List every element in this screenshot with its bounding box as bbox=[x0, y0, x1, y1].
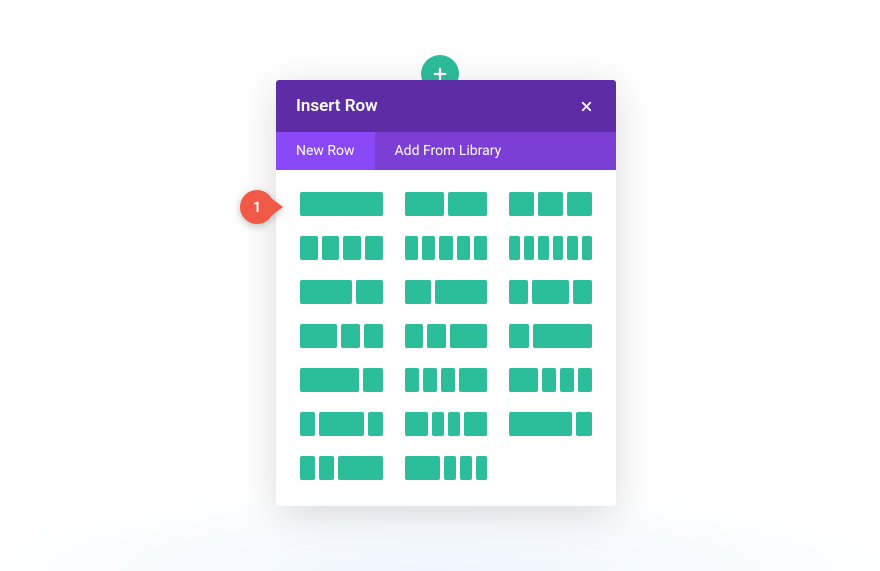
layout-column bbox=[573, 280, 592, 304]
insert-row-modal: Insert Row New Row Add From Library 1 bbox=[276, 80, 616, 506]
layout-column bbox=[582, 236, 592, 260]
layout-column bbox=[365, 236, 383, 260]
close-button[interactable] bbox=[576, 96, 596, 116]
layout-column bbox=[578, 368, 592, 392]
page-stage: Insert Row New Row Add From Library 1 bbox=[0, 0, 880, 571]
layout-grid bbox=[276, 170, 616, 506]
layout-column bbox=[322, 236, 340, 260]
layout-column bbox=[509, 324, 529, 348]
layout-column bbox=[509, 280, 528, 304]
layout-column bbox=[448, 412, 460, 436]
layout-column bbox=[405, 368, 419, 392]
layout-option-3[interactable] bbox=[509, 192, 592, 216]
close-icon bbox=[579, 99, 594, 114]
layout-column bbox=[364, 324, 383, 348]
layout-column bbox=[423, 368, 437, 392]
layout-column bbox=[459, 368, 487, 392]
layout-column bbox=[474, 236, 487, 260]
layout-column bbox=[405, 324, 424, 348]
layout-column bbox=[444, 456, 456, 480]
layout-column bbox=[300, 236, 318, 260]
layout-option-14[interactable] bbox=[405, 368, 488, 392]
layout-option-10[interactable] bbox=[300, 324, 383, 348]
layout-column bbox=[319, 456, 334, 480]
layout-column bbox=[405, 280, 431, 304]
layout-option-12[interactable] bbox=[509, 324, 592, 348]
layout-option-9[interactable] bbox=[509, 280, 592, 304]
layout-column bbox=[567, 236, 577, 260]
layout-column bbox=[553, 236, 563, 260]
tab-label: Add From Library bbox=[395, 143, 502, 159]
layout-column bbox=[300, 192, 383, 216]
layout-column bbox=[457, 236, 470, 260]
layout-option-1[interactable] bbox=[300, 192, 383, 216]
layout-column bbox=[356, 280, 382, 304]
layout-column bbox=[405, 192, 444, 216]
layout-option-6[interactable] bbox=[509, 236, 592, 260]
layout-column bbox=[538, 236, 548, 260]
layout-option-5[interactable] bbox=[405, 236, 488, 260]
layout-column bbox=[448, 192, 487, 216]
layout-column bbox=[405, 456, 440, 480]
layout-option-17[interactable] bbox=[405, 412, 488, 436]
layout-column bbox=[460, 456, 472, 480]
layout-column bbox=[542, 368, 556, 392]
layout-column bbox=[435, 280, 487, 304]
layout-option-11[interactable] bbox=[405, 324, 488, 348]
layout-option-7[interactable] bbox=[300, 280, 383, 304]
layout-column bbox=[450, 324, 487, 348]
layout-column bbox=[560, 368, 574, 392]
layout-column bbox=[338, 456, 383, 480]
layout-option-16[interactable] bbox=[300, 412, 383, 436]
layout-column bbox=[422, 236, 435, 260]
layout-column bbox=[300, 412, 315, 436]
layout-column bbox=[405, 236, 418, 260]
layout-option-4[interactable] bbox=[300, 236, 383, 260]
layout-column bbox=[509, 412, 572, 436]
annotation-badge-1: 1 bbox=[240, 190, 274, 224]
layout-column bbox=[432, 412, 444, 436]
layout-column bbox=[319, 412, 364, 436]
layout-column bbox=[343, 236, 361, 260]
layout-column bbox=[300, 456, 315, 480]
layout-option-2[interactable] bbox=[405, 192, 488, 216]
layout-column bbox=[300, 280, 352, 304]
layout-option-8[interactable] bbox=[405, 280, 488, 304]
layout-column bbox=[405, 412, 429, 436]
modal-title: Insert Row bbox=[296, 96, 378, 116]
layout-option-20[interactable] bbox=[405, 456, 488, 480]
layout-column bbox=[300, 324, 337, 348]
layout-column bbox=[427, 324, 446, 348]
tab-add-from-library[interactable]: Add From Library bbox=[375, 132, 522, 170]
layout-column bbox=[533, 324, 592, 348]
layout-column bbox=[441, 368, 455, 392]
layout-column bbox=[476, 456, 488, 480]
tab-new-row[interactable]: New Row bbox=[276, 132, 375, 170]
layout-column bbox=[509, 368, 537, 392]
modal-tabs: New Row Add From Library bbox=[276, 132, 616, 170]
layout-column bbox=[300, 368, 359, 392]
layout-column bbox=[363, 368, 383, 392]
layout-column bbox=[439, 236, 452, 260]
layout-column bbox=[532, 280, 569, 304]
layout-column bbox=[368, 412, 383, 436]
layout-option-13[interactable] bbox=[300, 368, 383, 392]
badge-label: 1 bbox=[253, 198, 262, 216]
layout-column bbox=[576, 412, 592, 436]
layout-column bbox=[524, 236, 534, 260]
layout-column bbox=[341, 324, 360, 348]
layout-option-19[interactable] bbox=[300, 456, 383, 480]
layout-column bbox=[567, 192, 592, 216]
layout-option-18[interactable] bbox=[509, 412, 592, 436]
layout-column bbox=[509, 192, 534, 216]
layout-option-15[interactable] bbox=[509, 368, 592, 392]
layout-column bbox=[538, 192, 563, 216]
layout-column bbox=[464, 412, 488, 436]
tab-label: New Row bbox=[296, 143, 355, 159]
layout-column bbox=[509, 236, 519, 260]
modal-header: Insert Row bbox=[276, 80, 616, 132]
